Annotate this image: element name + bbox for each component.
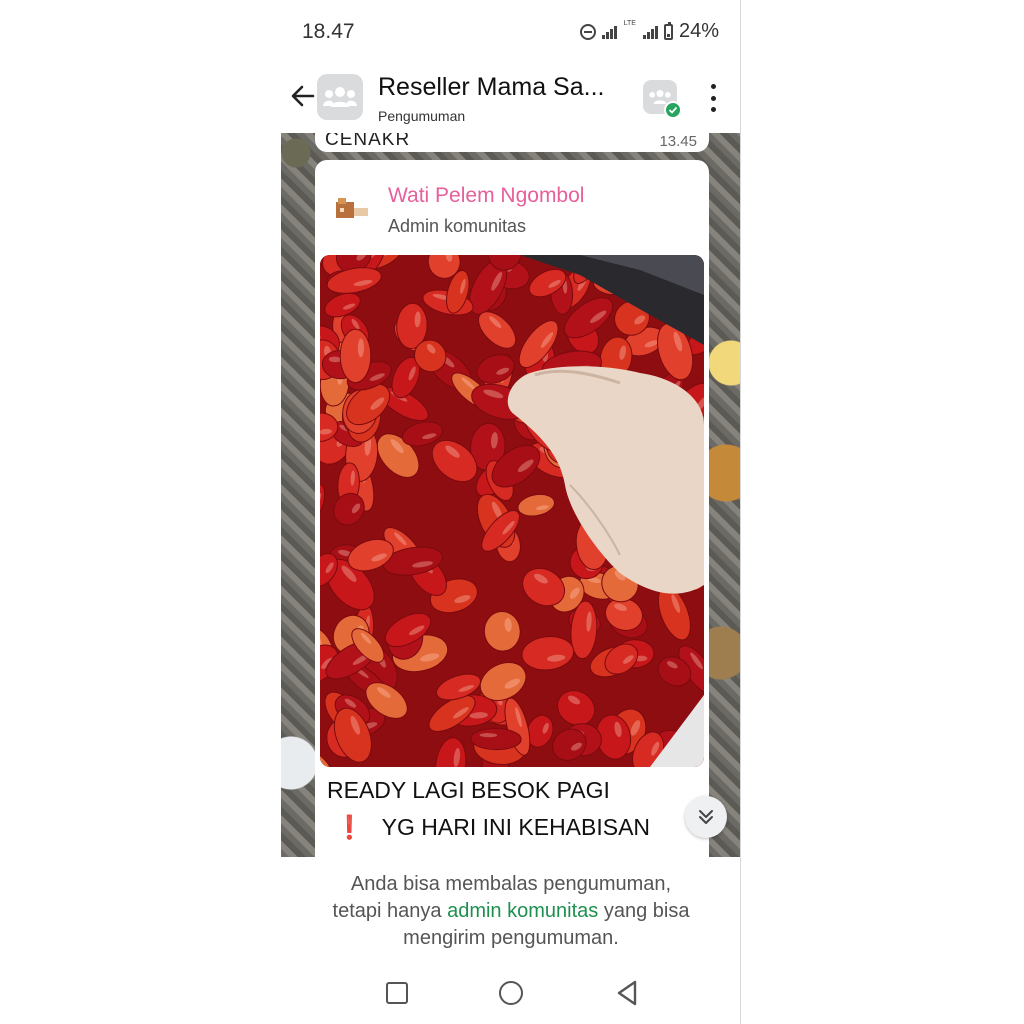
previous-message-text: CENAKR — [325, 133, 411, 150]
fruit-texture — [339, 328, 372, 384]
fruit-texture — [470, 727, 522, 751]
nav-back-icon[interactable] — [613, 979, 641, 1007]
more-options-icon[interactable] — [705, 84, 721, 112]
navigation-bar — [281, 967, 740, 1024]
signal-icon — [601, 25, 617, 39]
check-badge-icon — [664, 101, 682, 119]
sender-avatar[interactable] — [333, 190, 371, 228]
message-line-1: READY LAGI BESOK PAGI — [327, 777, 610, 803]
group-title[interactable]: Reseller Mama Sa... — [378, 73, 604, 102]
notice-line-2: tetapi hanya admin komunitas yang bisa — [281, 898, 740, 925]
status-time: 18.47 — [302, 20, 355, 43]
network-type: LTE — [623, 20, 636, 27]
previous-message-time: 13.45 — [659, 133, 697, 150]
sender-name[interactable]: Wati Pelem Ngombol — [388, 184, 584, 208]
phone-screen: 18.47 LTE 24% Reseller Mama Sa... Pengum… — [281, 0, 741, 1024]
do-not-disturb-icon — [579, 23, 596, 40]
notice-line-3: mengirim pengumuman. — [403, 927, 619, 949]
admin-komunitas-link[interactable]: admin komunitas — [447, 900, 598, 922]
group-avatar-icon[interactable] — [317, 74, 363, 120]
product-photo[interactable] — [320, 255, 704, 767]
announcement-bubble[interactable]: Wati Pelem Ngombol Admin komunitas READY… — [315, 160, 709, 857]
chat-header: Reseller Mama Sa... Pengumuman — [281, 62, 740, 132]
signal-icon-2 — [642, 25, 658, 39]
status-bar: 18.47 LTE 24% — [281, 0, 740, 62]
message-line-2-text: YG HARI INI KEHABISAN — [381, 814, 651, 840]
fruit-highlight — [357, 338, 364, 358]
home-icon[interactable] — [497, 979, 525, 1007]
group-subtitle: Pengumuman — [378, 108, 466, 124]
recent-apps-icon[interactable] — [383, 979, 411, 1007]
battery-percent: 24% — [678, 20, 719, 42]
announcement-notice: Anda bisa membalas pengumuman, tetapi ha… — [281, 857, 740, 967]
notice-line-1: Anda bisa membalas pengumuman, — [350, 873, 672, 895]
community-icon[interactable] — [643, 80, 682, 119]
message-line-2: ❗ YG HARI INI KEHABISAN — [327, 814, 650, 841]
sender-role: Admin komunitas — [388, 216, 527, 236]
chat-area[interactable]: CENAKR 13.45 Wati Pelem Ngombol Admin ko… — [281, 133, 740, 857]
scroll-to-bottom-button[interactable] — [685, 796, 727, 838]
notice-text: tetapi hanya — [332, 900, 448, 922]
battery-icon — [663, 21, 673, 40]
back-arrow-icon[interactable] — [289, 82, 317, 110]
double-chevron-down-icon — [699, 810, 713, 824]
notice-text-after: yang bisa — [598, 900, 690, 922]
exclamation-icon: ❗ — [335, 814, 364, 840]
previous-message[interactable]: CENAKR 13.45 — [315, 133, 709, 152]
status-icons: LTE 24% — [579, 20, 719, 43]
